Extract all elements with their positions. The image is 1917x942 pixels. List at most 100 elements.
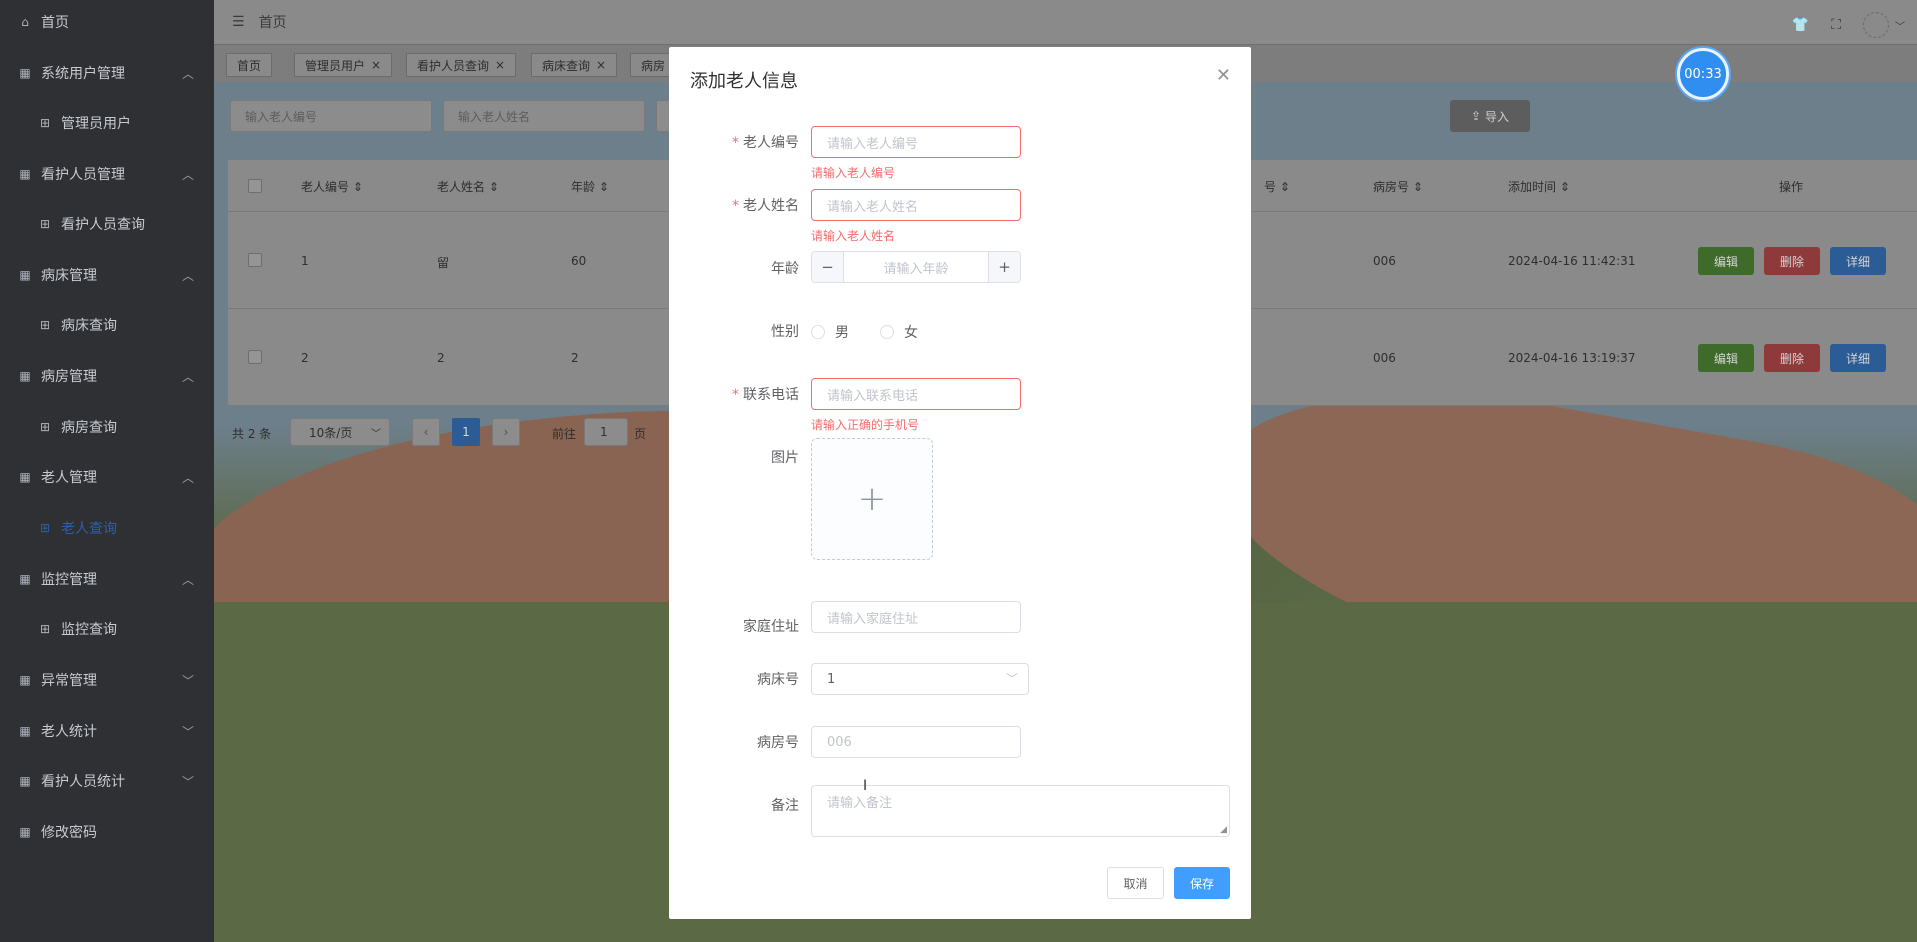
grid-icon: ▦ — [19, 825, 31, 839]
detail-button[interactable]: 详细 — [1830, 344, 1886, 372]
header-elder-no[interactable]: 老人编号 ⇕ — [301, 178, 363, 195]
avatar[interactable] — [1863, 12, 1889, 38]
grid-icon: ▦ — [19, 369, 31, 383]
sidebar-item-ward-query[interactable]: ⊞ 病房查询 — [0, 402, 214, 452]
sidebar-item-monitor-query[interactable]: ⊞ 监控查询 — [0, 604, 214, 654]
sidebar-item-caregiver-query[interactable]: ⊞ 看护人员查询 — [0, 199, 214, 249]
sidebar-item-admin-users[interactable]: ⊞ 管理员用户 — [0, 98, 214, 148]
photo-upload[interactable]: + — [811, 438, 933, 560]
address-input[interactable]: 请输入家庭住址 — [811, 601, 1021, 633]
chevron-down-icon: ﹀ — [371, 428, 381, 440]
phone-input[interactable]: 请输入联系电话 — [811, 378, 1021, 410]
close-icon[interactable]: × — [371, 58, 381, 72]
age-input[interactable]: 请输入年龄 — [844, 252, 988, 282]
tab-home[interactable]: 首页 — [226, 53, 273, 77]
row-checkbox[interactable] — [248, 253, 262, 267]
plus-icon[interactable]: + — [988, 252, 1020, 282]
phone-error: 请输入正确的手机号 — [811, 418, 920, 432]
header-room-no[interactable]: 病房号 ⇕ — [1373, 178, 1423, 195]
prev-page-button[interactable]: ‹ — [412, 418, 440, 446]
fullscreen-icon[interactable]: ⛶ — [1831, 17, 1841, 33]
save-button[interactable]: 保存 — [1174, 867, 1230, 899]
row-checkbox[interactable] — [248, 350, 262, 364]
sidebar-item-elder-query[interactable]: ⊞ 老人查询 — [0, 503, 214, 553]
sidebar-item-bed-mgmt[interactable]: ▦ 病床管理 ︿ — [0, 250, 214, 300]
gender-radio-male[interactable]: 男 — [811, 322, 849, 342]
sidebar-item-bed-query[interactable]: ⊞ 病床查询 — [0, 300, 214, 350]
sidebar-item-home[interactable]: ⌂ 首页 — [0, 0, 214, 47]
cell-added-time: 2024-04-16 11:42:31 — [1508, 254, 1636, 268]
page-size-select[interactable]: 10条/页 ﹀ — [290, 418, 390, 446]
apps-icon: ⊞ — [39, 217, 51, 231]
home-icon: ⌂ — [21, 15, 29, 29]
header-elder-name[interactable]: 老人姓名 ⇕ — [437, 178, 499, 195]
sidebar-item-caregiver-mgmt[interactable]: ▦ 看护人员管理 ︿ — [0, 149, 214, 199]
goto-page-input[interactable]: 1 — [584, 418, 628, 446]
import-button[interactable]: ⇪ 导入 — [1450, 100, 1530, 132]
close-icon[interactable]: × — [495, 58, 505, 72]
topbar-icons: 👕 ⛶ ﹀ — [1792, 12, 1905, 38]
chevron-down-icon[interactable]: ﹀ — [1895, 18, 1905, 33]
sidebar-item-elder-stats[interactable]: ▦ 老人统计 ﹀ — [0, 706, 214, 756]
edit-button[interactable]: 编辑 — [1698, 247, 1754, 275]
sidebar-item-caregiver-stats[interactable]: ▦ 看护人员统计 ﹀ — [0, 756, 214, 806]
delete-button[interactable]: 删除 — [1764, 247, 1820, 275]
apps-icon: ⊞ — [39, 420, 51, 434]
cancel-button[interactable]: 取消 — [1107, 867, 1164, 899]
cell-elder-name: 留 — [437, 256, 450, 270]
close-icon[interactable]: ✕ — [1216, 65, 1231, 86]
edit-button[interactable]: 编辑 — [1698, 344, 1754, 372]
next-page-button[interactable]: › — [492, 418, 520, 446]
photo-label: 图片 — [771, 450, 799, 466]
tab-caregiver-query[interactable]: 看护人员查询 × — [406, 53, 517, 77]
chevron-up-icon: ︿ — [181, 470, 194, 485]
close-icon[interactable]: × — [596, 58, 606, 72]
sidebar-item-elder-mgmt[interactable]: ▦ 老人管理 ︿ — [0, 452, 214, 502]
chevron-down-icon: ﹀ — [181, 724, 194, 739]
address-label: 家庭住址 — [743, 619, 799, 635]
header-added-time[interactable]: 添加时间 ⇕ — [1508, 178, 1570, 195]
remark-textarea[interactable]: 请输入备注 ◢ — [811, 785, 1230, 837]
cell-age: 60 — [571, 254, 587, 268]
required-mark: * — [732, 387, 739, 403]
elder-name-input[interactable]: 请输入老人姓名 — [811, 189, 1021, 221]
required-mark: * — [732, 198, 739, 214]
elder-no-error: 请输入老人编号 — [811, 166, 896, 180]
select-all-checkbox[interactable] — [248, 179, 262, 193]
resize-handle-icon[interactable]: ◢ — [1220, 825, 1227, 835]
grid-icon: ▦ — [19, 66, 31, 80]
chevron-up-icon: ︿ — [181, 66, 194, 81]
tab-bed-query[interactable]: 病床查询 × — [531, 53, 618, 77]
timer-badge[interactable]: 00:33 — [1677, 48, 1729, 100]
chevron-down-icon: ﹀ — [181, 673, 194, 688]
cell-room-no: 006 — [1373, 254, 1396, 268]
room-no-input[interactable]: 006 — [811, 726, 1021, 758]
tab-admin-users[interactable]: 管理员用户 × — [294, 53, 393, 77]
chevron-up-icon: ︿ — [181, 572, 194, 587]
gender-radio-female[interactable]: 女 — [880, 322, 918, 342]
chevron-up-icon: ︿ — [181, 369, 194, 384]
header-age[interactable]: 年龄 ⇕ — [571, 178, 609, 195]
menu-fold-icon[interactable]: ☰ — [232, 14, 245, 30]
sidebar-item-ward-mgmt[interactable]: ▦ 病房管理 ︿ — [0, 351, 214, 401]
page-number-current[interactable]: 1 — [452, 418, 480, 446]
bed-no-select[interactable]: 1 ﹀ — [811, 663, 1029, 695]
breadcrumb: 首页 — [258, 15, 287, 31]
sidebar-item-system-users[interactable]: ▦ 系统用户管理 ︿ — [0, 48, 214, 98]
grid-icon: ▦ — [19, 268, 31, 282]
radio-circle — [811, 325, 825, 339]
elder-no-search-input[interactable]: 输入老人编号 — [230, 100, 432, 132]
minus-icon[interactable]: − — [812, 252, 844, 282]
elder-name-search-input[interactable]: 输入老人姓名 — [443, 100, 645, 132]
elder-no-input[interactable]: 请输入老人编号 — [811, 126, 1021, 158]
detail-button[interactable]: 详细 — [1830, 247, 1886, 275]
apps-icon: ⊞ — [39, 116, 51, 130]
header-bed-no[interactable]: 号 ⇕ — [1264, 178, 1290, 195]
cell-added-time: 2024-04-16 13:19:37 — [1508, 351, 1636, 365]
delete-button[interactable]: 删除 — [1764, 344, 1820, 372]
sidebar-item-monitor-mgmt[interactable]: ▦ 监控管理 ︿ — [0, 554, 214, 604]
sidebar-item-exception-mgmt[interactable]: ▦ 异常管理 ﹀ — [0, 655, 214, 705]
sidebar-item-change-password[interactable]: ▦ 修改密码 — [0, 807, 214, 857]
shirt-icon[interactable]: 👕 — [1792, 17, 1809, 33]
add-elder-dialog: 添加老人信息 ✕ * 老人编号 请输入老人编号 请输入老人编号 * 老人姓名 请输入… — [669, 47, 1251, 919]
